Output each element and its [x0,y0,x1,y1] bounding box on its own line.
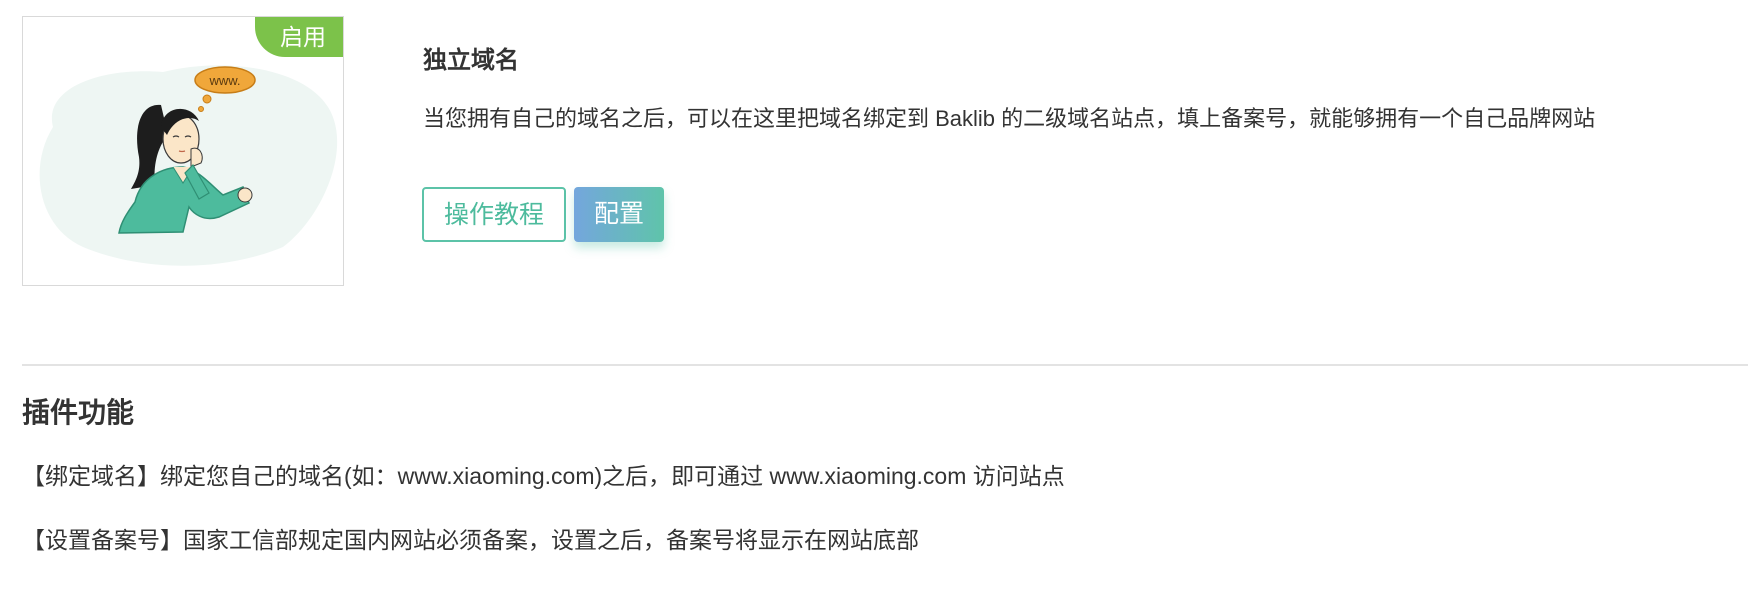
tutorial-button[interactable]: 操作教程 [422,187,566,242]
plugin-detail-page: www. 启用 独立域名 当您拥有自己的域名之后，可以在这里把域名绑定到 Bak… [0,0,1748,604]
feature-item-bind-domain: 【绑定域名】绑定您自己的域名(如：www.xiaoming.com)之后，即可通… [22,463,1065,489]
features-section-title: 插件功能 [22,397,135,428]
thought-bubble-text: www. [208,73,240,88]
status-badge: 启用 [255,17,343,57]
plugin-title: 独立域名 [423,47,519,74]
feature-item-icp-record: 【设置备案号】国家工信部规定国内网站必须备案，设置之后，备案号将显示在网站底部 [22,527,919,553]
plugin-thumbnail: www. 启用 [22,16,344,286]
config-button[interactable]: 配置 [574,187,664,242]
thinking-woman-illustration: www. [39,65,338,266]
section-divider [22,364,1748,366]
plugin-description: 当您拥有自己的域名之后，可以在这里把域名绑定到 Baklib 的二级域名站点，填… [423,106,1596,131]
